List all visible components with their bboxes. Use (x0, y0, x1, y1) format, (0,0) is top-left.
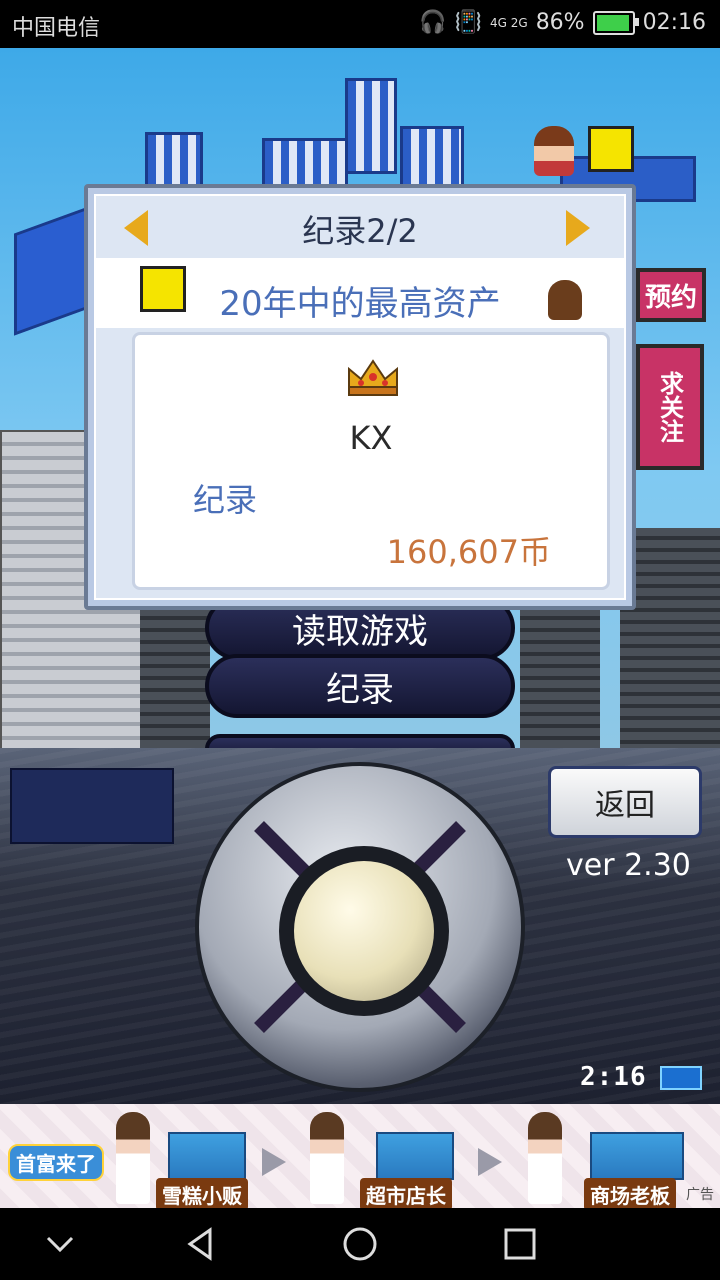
ad-shop-icon (590, 1132, 684, 1180)
headphone-icon: 🎧 (419, 10, 447, 35)
game-clock: 2:16 (580, 1062, 647, 1092)
battery-percent: 86% (535, 10, 585, 35)
screen-slot (10, 768, 174, 844)
arrow-right-icon (262, 1148, 286, 1176)
ad-stage-3: 商场老板 (584, 1178, 676, 1211)
ad-shop-icon (168, 1132, 246, 1180)
ad-character (116, 1112, 150, 1204)
controller-panel: 返回 ver 2.30 2:16 (0, 748, 720, 1104)
sign-text: 预约 (644, 282, 697, 313)
character (534, 126, 574, 176)
ad-tag: 广告 (686, 1187, 714, 1203)
crown-icon (348, 359, 398, 396)
tower (140, 608, 210, 748)
tower (520, 608, 600, 748)
ad-banner[interactable]: 首富来了 雪糕小贩 超市店长 商场老板 广告 (0, 1104, 720, 1211)
arrow-right-icon (478, 1148, 502, 1176)
next-page-arrow-icon[interactable] (566, 210, 590, 246)
carrier-label: 中国电信 (12, 16, 101, 41)
status-right: 🎧 📳 4G 2G 86% 02:16 (419, 10, 706, 35)
recents-icon[interactable] (502, 1226, 538, 1262)
clock: 02:16 (642, 10, 706, 35)
back-icon[interactable] (182, 1226, 218, 1262)
dialog-subtitle: 20年中的最高资产 (219, 284, 501, 324)
sign-text: 求关注 (655, 371, 684, 443)
menu-button-partial[interactable] (205, 734, 515, 748)
ad-stage-1: 雪糕小贩 (156, 1178, 248, 1211)
ad-logo[interactable]: 首富来了 (8, 1144, 104, 1181)
ad-shop-icon (376, 1132, 454, 1180)
record-value: 160,607币 (386, 533, 551, 571)
ad-character (310, 1112, 344, 1204)
building (345, 78, 397, 174)
ad-stage-2: 超市店长 (360, 1178, 452, 1211)
version-label: ver 2.30 (566, 848, 691, 883)
home-icon[interactable] (342, 1226, 378, 1262)
record-card: KX 纪录 160,607币 (132, 332, 610, 590)
player-name: KX (349, 419, 393, 457)
dpad[interactable] (195, 762, 525, 1092)
records-button[interactable]: 纪录 (205, 654, 515, 718)
chevron-down-icon[interactable] (42, 1226, 78, 1262)
dialog-title: 纪录2/2 (302, 212, 418, 250)
vibrate-icon: 📳 (454, 10, 482, 35)
ad-character (528, 1112, 562, 1204)
dpad-center-button[interactable] (294, 861, 434, 1001)
navigation-bar (0, 1208, 720, 1280)
kairo-mascot (588, 126, 634, 172)
records-dialog: 纪录2/2 20年中的最高资产 KX 纪录 160,607币 (84, 184, 636, 610)
ad-sign: 预约 (636, 268, 706, 322)
record-label: 纪录 (193, 481, 258, 519)
back-button[interactable]: 返回 (548, 766, 702, 838)
dialog-body: 纪录2/2 20年中的最高资产 KX 纪录 160,607币 (94, 194, 626, 600)
game-battery-icon (660, 1066, 702, 1090)
battery-icon (592, 10, 639, 35)
status-bar: 中国电信 🎧 📳 4G 2G 86% 02:16 (0, 0, 720, 48)
network-label: 4G 2G (490, 15, 528, 30)
ad-sign: 求关注 (636, 344, 704, 470)
